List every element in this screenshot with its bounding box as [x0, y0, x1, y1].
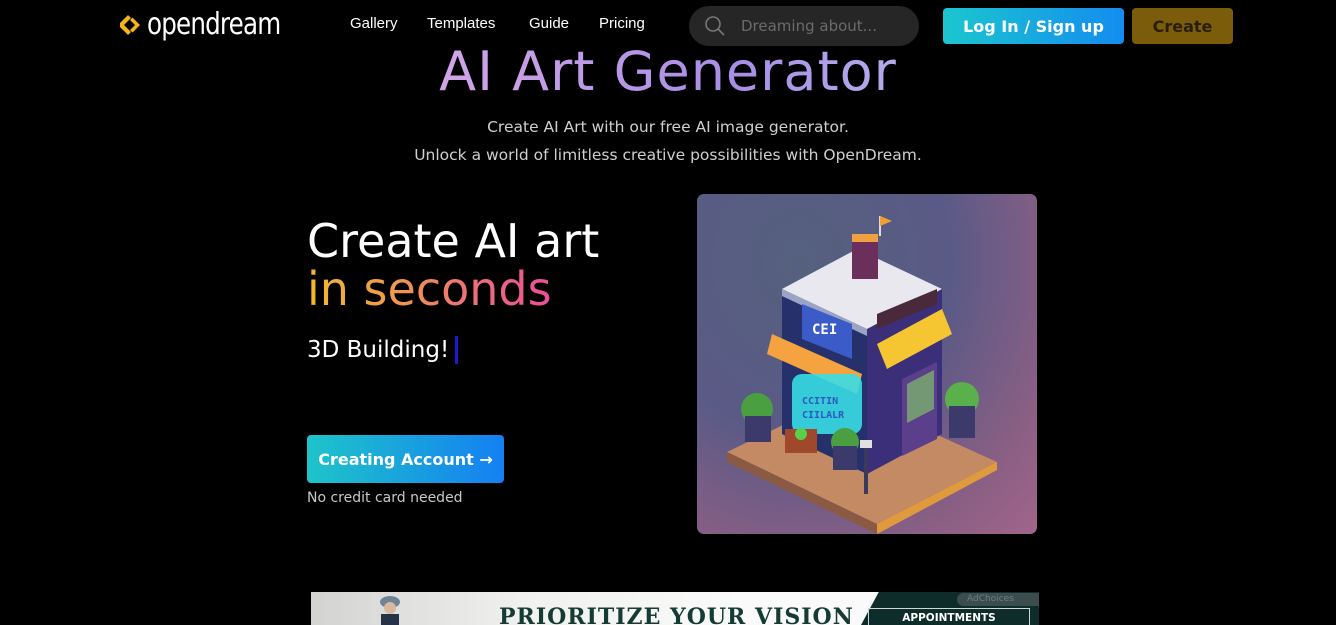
building-illustration: CEI CCITIN CIILALR — [727, 216, 997, 534]
search-bar[interactable] — [689, 6, 919, 46]
svg-text:CEI: CEI — [812, 322, 837, 338]
top-nav: opendream Gallery Templates Guide Pricin… — [0, 0, 1336, 50]
login-signup-button[interactable]: Log In / Sign up — [943, 8, 1124, 44]
hero-subtitle-1: Create AI Art with our free AI image gen… — [487, 118, 849, 136]
ad-banner[interactable]: PRIORITIZE YOUR VISION AdChoices APPOINT… — [311, 592, 1039, 625]
ad-person-image — [380, 596, 400, 625]
ad-cta-button[interactable]: APPOINTMENTS AVAILABLE — [868, 608, 1030, 625]
search-input[interactable] — [741, 17, 901, 35]
no-credit-card-note: No credit card needed — [307, 490, 463, 506]
ad-headline: PRIORITIZE YOUR VISION — [499, 604, 854, 625]
brand-name: opendream — [147, 7, 281, 42]
creating-account-button[interactable]: Creating Account → — [307, 435, 504, 483]
headline-line1: Create AI art — [307, 214, 600, 268]
hero-subtitle-2: Unlock a world of limitless creative pos… — [414, 146, 922, 164]
nav-gallery[interactable]: Gallery — [350, 15, 398, 32]
headline-line2: in seconds — [307, 262, 552, 316]
nav-templates[interactable]: Templates — [427, 15, 495, 32]
adchoices-badge[interactable]: AdChoices — [957, 593, 1039, 606]
typed-text-container: 3D Building! — [307, 336, 459, 364]
svg-text:CIILALR: CIILALR — [802, 410, 845, 421]
hero-image: CEI CCITIN CIILALR — [697, 194, 1037, 534]
create-button[interactable]: Create — [1132, 8, 1233, 44]
nav-pricing[interactable]: Pricing — [599, 15, 645, 32]
logo-icon — [120, 15, 140, 35]
logo[interactable]: opendream — [117, 7, 310, 43]
nav-guide[interactable]: Guide — [529, 15, 569, 32]
svg-text:CCITIN: CCITIN — [802, 396, 838, 407]
search-icon — [705, 16, 725, 36]
typed-text: 3D Building! — [307, 337, 450, 363]
typing-caret — [455, 336, 459, 364]
